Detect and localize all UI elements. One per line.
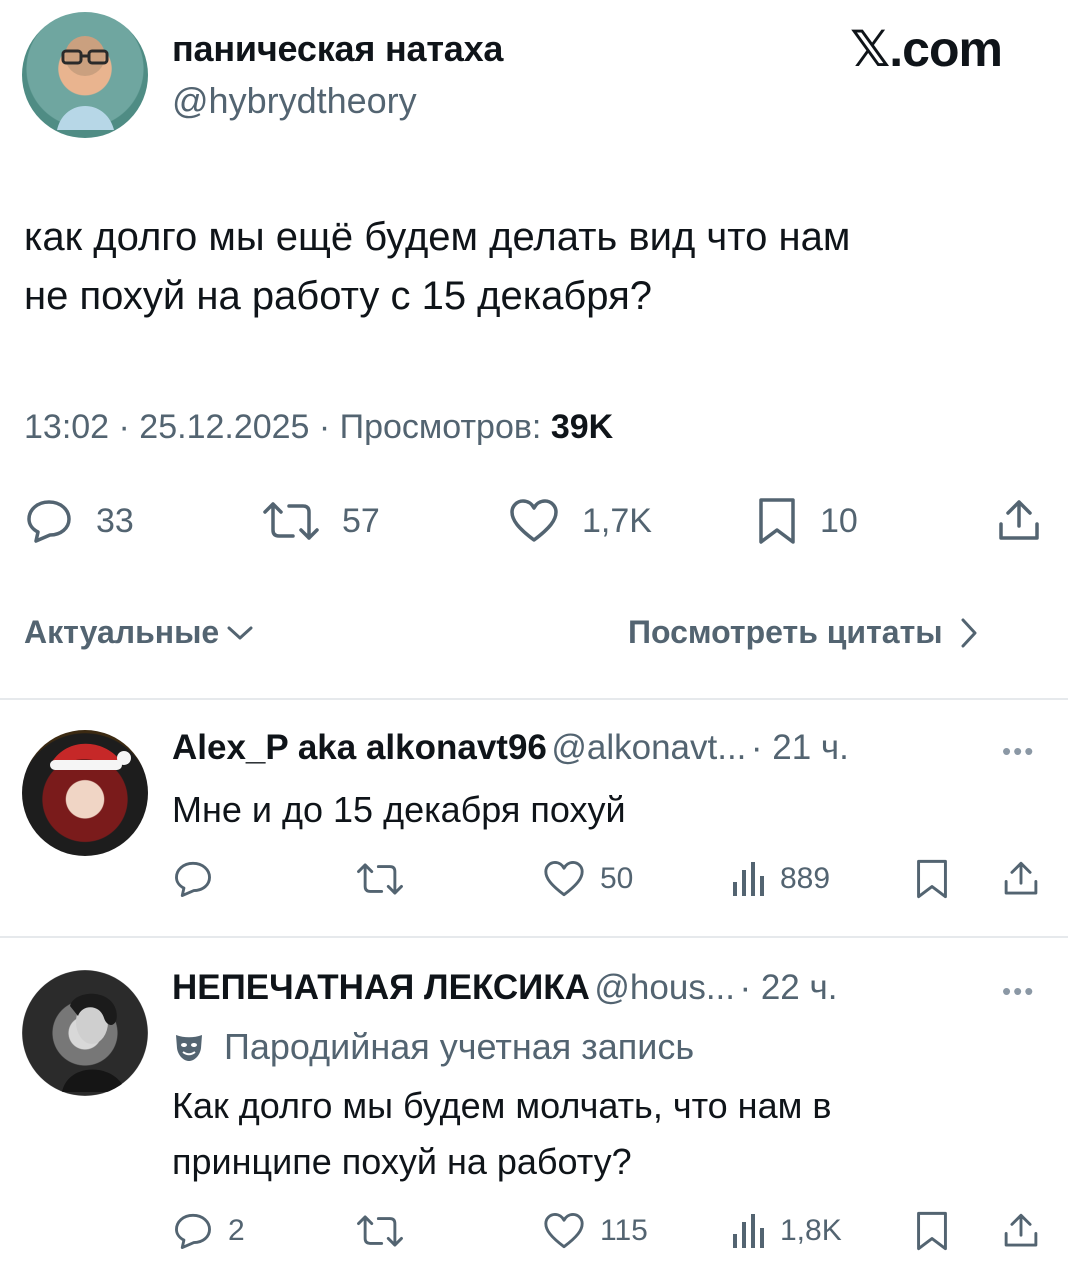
views-icon [733,862,764,896]
parody-badge: Пародийная учетная запись [172,1026,694,1068]
view-quotes-link[interactable]: Посмотреть цитаты [628,614,981,651]
reply-1-like-count: 50 [600,862,634,895]
sort-relevant-dropdown[interactable]: Актуальные [24,614,255,651]
reply-1-views-button[interactable]: 889 [730,860,830,898]
author-name[interactable]: паническая натаха [172,28,503,70]
heart-icon [544,861,584,897]
reply-2-text-line-1: Как долго мы будем молчать, что нам в [172,1085,832,1126]
sort-relevant-label: Актуальные [24,614,220,650]
reply-2-handle[interactable]: @hous... [594,968,735,1007]
reply-icon [27,500,71,543]
share-icon [1004,1213,1038,1247]
mask-icon [176,1035,202,1061]
santa-hat-icon [50,743,131,770]
share-icon [999,500,1039,540]
reply-2-retweet-button[interactable] [356,1212,404,1250]
parody-badge-label: Пародийная учетная запись [224,1026,695,1067]
reply-1-header: Alex_P aka alkonavt96 @alkonavt... · 21 … [172,728,849,768]
tweet-timestamp[interactable]: 13:02 · 25.12.2025 · Просмотров: [24,408,551,446]
reply-2-more-icon[interactable]: ••• [1002,976,1035,1007]
tweet-meta: 13:02 · 25.12.2025 · Просмотров: 39K [24,408,613,447]
retweet-icon [357,863,403,895]
like-button[interactable]: 1,7K [508,498,652,544]
bookmark-count: 10 [820,501,858,540]
reply-2-reply-count: 2 [228,1214,245,1247]
bookmark-icon [917,859,947,899]
tweet-views: 39K [550,408,614,446]
like-count: 1,7K [582,501,652,540]
heart-icon [510,499,558,542]
retweet-button[interactable]: 57 [262,498,380,544]
author-photo-icon [57,36,114,130]
reply-2-views-button[interactable]: 1,8K [730,1212,842,1250]
reply-2-share-button[interactable] [1002,1212,1040,1250]
author-handle[interactable]: @hybrydtheory [172,80,417,122]
tweet-text: как долго мы ещё будем делать вид что на… [24,208,1054,326]
reply-1-time[interactable]: · 21 ч. [751,728,849,767]
heart-icon [544,1213,584,1249]
reply-1-retweet-button[interactable] [356,860,404,898]
reply-2-time[interactable]: · 22 ч. [739,968,837,1007]
bookmark-icon [917,1211,947,1251]
reply-1-avatar[interactable] [22,730,148,856]
reply-2-text: Как долго мы будем молчать, что нам в пр… [172,1078,831,1190]
reply-2-like-button[interactable]: 115 [542,1212,648,1250]
reply-2-header: НЕПЕЧАТНАЯ ЛЕКСИКА @hous... · 22 ч. [172,968,837,1008]
divider [0,936,1068,938]
share-button[interactable] [996,498,1042,544]
reply-1-more-icon[interactable]: ••• [1002,736,1035,767]
chevron-right-icon [961,618,977,647]
reply-icon [175,1213,211,1249]
reply-2-text-line-2: принципе похуй на работу? [172,1141,632,1182]
reply-1-share-button[interactable] [1002,860,1040,898]
reply-icon [175,861,211,897]
views-icon [733,1214,764,1248]
retweet-icon [263,502,319,540]
share-icon [1004,861,1038,895]
reply-1-name[interactable]: Alex_P aka alkonavt96 [172,728,547,767]
reply-1-view-count: 889 [780,862,831,895]
reply-2-like-count: 115 [600,1214,648,1247]
divider [0,698,1068,700]
reply-2-view-count: 1,8K [780,1214,842,1247]
chevron-down-icon [227,626,253,639]
view-quotes-label: Посмотреть цитаты [628,614,943,650]
reply-1-handle[interactable]: @alkonavt... [551,728,746,767]
reply-button[interactable]: 33 [24,498,134,544]
reply-1-reply-button[interactable] [172,860,214,898]
retweet-count: 57 [342,501,380,540]
reply-2-avatar[interactable] [22,970,148,1096]
author-avatar[interactable] [22,12,148,138]
reply-1-like-button[interactable]: 50 [542,860,633,898]
reply-2-reply-button[interactable]: 2 [172,1212,245,1250]
portrait-photo-icon [62,993,126,1092]
reply-2-bookmark-button[interactable] [914,1210,950,1252]
reply-count: 33 [96,501,134,540]
x-com-logo: 𝕏.com [850,21,1003,77]
tweet-text-line-2: не похуй на работу с 15 декабря? [24,274,653,318]
bookmark-icon [759,498,795,544]
reply-2-name[interactable]: НЕПЕЧАТНАЯ ЛЕКСИКА [172,968,590,1007]
bookmark-button[interactable]: 10 [756,496,858,546]
reply-1-text: Мне и до 15 декабря похуй [172,789,626,830]
tweet-text-line-1: как долго мы ещё будем делать вид что на… [24,215,851,259]
reply-1-bookmark-button[interactable] [914,858,950,900]
retweet-icon [357,1215,403,1247]
